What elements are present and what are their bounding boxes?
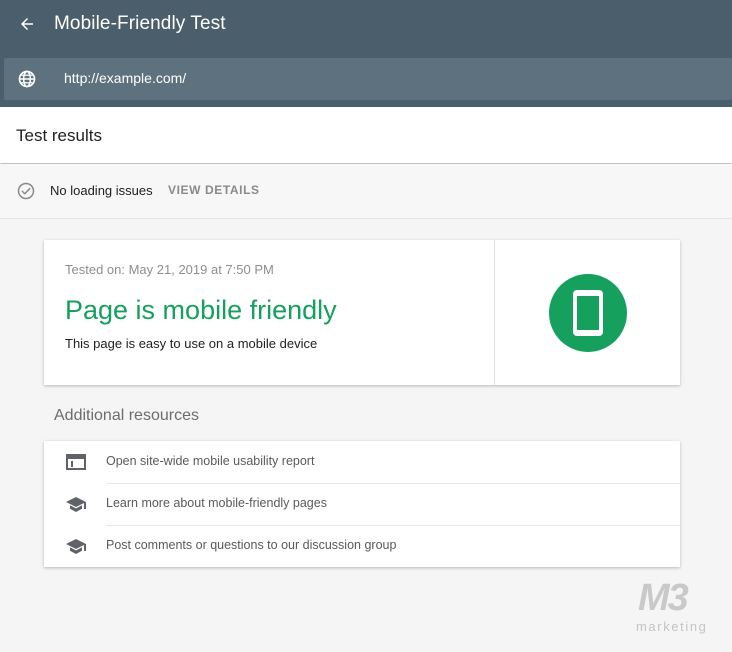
watermark-logo-text: marketing	[636, 619, 708, 634]
resource-item-learn-more[interactable]: Learn more about mobile-friendly pages	[44, 483, 680, 525]
tested-on-timestamp: Tested on: May 21, 2019 at 7:50 PM	[65, 262, 274, 277]
additional-resources-title: Additional resources	[54, 407, 199, 424]
watermark-logo: M3 marketing	[636, 575, 732, 635]
mobile-phone-icon	[549, 274, 627, 352]
results-title: Test results	[16, 126, 102, 145]
result-card: Tested on: May 21, 2019 at 7:50 PM Page …	[44, 240, 680, 385]
resource-label: Open site-wide mobile usability report	[106, 454, 315, 468]
app-title: Mobile-Friendly Test	[54, 13, 226, 34]
url-bar	[4, 58, 732, 100]
app-bar: Mobile-Friendly Test	[0, 0, 732, 107]
check-circle-icon	[17, 182, 35, 200]
resources-list: Open site-wide mobile usability report L…	[44, 441, 680, 567]
resource-item-usability-report[interactable]: Open site-wide mobile usability report	[44, 441, 680, 483]
card-divider	[494, 240, 495, 385]
watermark-logo-mark: M3	[638, 577, 689, 619]
resource-label: Learn more about mobile-friendly pages	[106, 496, 327, 510]
status-text: No loading issues	[50, 183, 153, 198]
back-button[interactable]	[14, 11, 40, 37]
view-details-button[interactable]: VIEW DETAILS	[168, 183, 260, 197]
resource-label: Post comments or questions to our discus…	[106, 538, 397, 552]
result-description: This page is easy to use on a mobile dev…	[65, 336, 318, 351]
loading-status-row: No loading issues VIEW DETAILS	[0, 164, 732, 219]
arrow-back-icon	[21, 18, 33, 30]
result-headline: Page is mobile friendly	[65, 295, 337, 325]
browser-window-icon	[66, 454, 86, 470]
globe-icon	[16, 68, 38, 90]
graduation-cap-icon	[66, 497, 86, 512]
results-header: Test results	[0, 107, 732, 163]
url-input[interactable]	[64, 70, 664, 86]
graduation-cap-icon	[66, 539, 86, 554]
resource-item-discussion-group[interactable]: Post comments or questions to our discus…	[44, 525, 680, 567]
